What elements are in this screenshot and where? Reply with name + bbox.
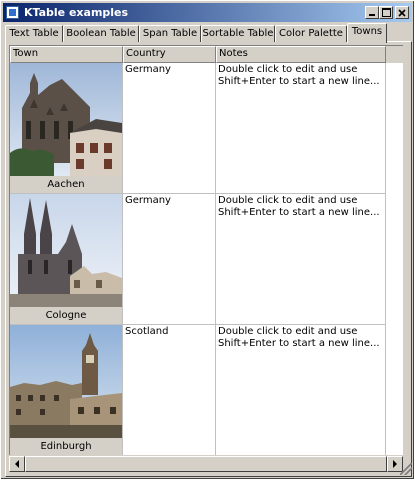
app-icon[interactable]	[6, 6, 19, 19]
scroll-thumb[interactable]	[25, 456, 387, 472]
column-header-country[interactable]: Country	[123, 46, 216, 63]
towns-table[interactable]: Town Country Notes Aachen Germany Double…	[9, 45, 403, 455]
arrow-left-icon	[15, 460, 19, 468]
tab-text-table[interactable]: Text Table	[5, 25, 63, 42]
arrow-right-icon	[393, 460, 397, 468]
aachen-photo	[10, 63, 122, 176]
country-cell[interactable]: Germany	[123, 63, 216, 194]
notes-cell[interactable]: Double click to edit and use Shift+Enter…	[216, 194, 386, 325]
town-name: Edinburgh	[40, 441, 92, 452]
tab-sortable-table[interactable]: Sortable Table	[201, 25, 275, 42]
notes-cell[interactable]: Double click to edit and use Shift+Enter…	[216, 63, 386, 194]
table-row[interactable]: Cologne Germany Double click to edit and…	[10, 194, 403, 325]
country-cell[interactable]: Germany	[123, 194, 216, 325]
cologne-photo	[10, 194, 122, 307]
column-header-notes[interactable]: Notes	[216, 46, 386, 63]
resize-grip[interactable]	[400, 463, 412, 475]
table-row[interactable]: Edinburgh Scotland Double click to edit …	[10, 325, 403, 455]
column-header-town[interactable]: Town	[10, 46, 123, 63]
tab-span-table[interactable]: Span Table	[139, 25, 201, 42]
horizontal-scrollbar[interactable]	[9, 456, 403, 472]
app-window: KTable examples Text Table Boolean Table…	[0, 0, 415, 480]
town-name: Aachen	[47, 179, 85, 190]
tab-boolean-table[interactable]: Boolean Table	[63, 25, 139, 42]
close-button[interactable]	[395, 6, 409, 19]
table-row[interactable]: Aachen Germany Double click to edit and …	[10, 63, 403, 194]
town-cell[interactable]: Aachen	[10, 63, 123, 194]
minimize-button[interactable]	[365, 6, 379, 19]
town-name: Cologne	[45, 310, 87, 321]
scroll-left-button[interactable]	[9, 456, 25, 472]
tab-color-palette[interactable]: Color Palette	[275, 25, 347, 42]
window-title: KTable examples	[24, 6, 129, 19]
close-icon	[398, 8, 406, 17]
country-cell[interactable]: Scotland	[123, 325, 216, 455]
table-header: Town Country Notes	[10, 46, 403, 63]
notes-cell[interactable]: Double click to edit and use Shift+Enter…	[216, 325, 386, 455]
tab-towns[interactable]: Towns	[347, 23, 387, 43]
town-cell[interactable]: Edinburgh	[10, 325, 123, 455]
edinburgh-photo	[10, 325, 122, 438]
title-bar[interactable]: KTable examples	[3, 3, 412, 22]
town-cell[interactable]: Cologne	[10, 194, 123, 325]
maximize-button[interactable]	[379, 6, 393, 19]
tab-bar: Text Table Boolean Table Span Table Sort…	[5, 23, 410, 43]
